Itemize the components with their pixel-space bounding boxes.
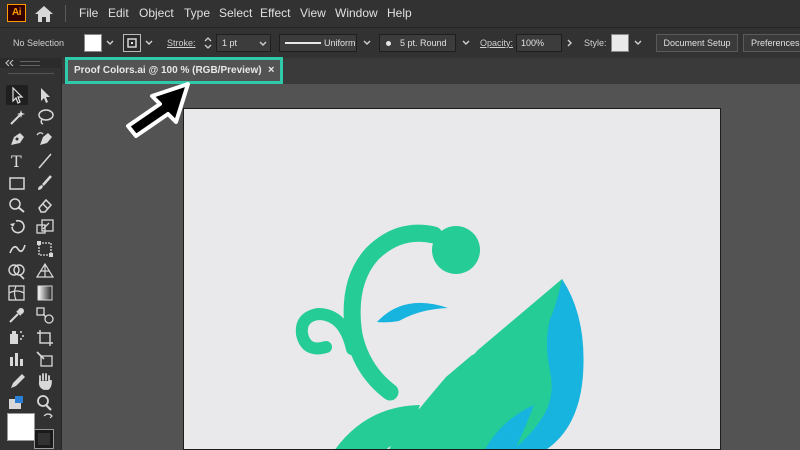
perspective-grid-tool-icon[interactable] [34,261,56,281]
artboard-tool-icon[interactable] [34,327,56,347]
fill-color-swatch[interactable] [7,413,35,441]
stroke-weight-field[interactable]: 1 pt [216,34,271,52]
opacity-chevron-right-icon[interactable] [564,37,576,49]
line-segment-tool-icon[interactable] [34,151,56,171]
opacity-field[interactable]: 100% [516,34,562,52]
scale-tool-icon[interactable] [34,217,56,237]
zoom-tool-icon[interactable] [34,393,56,413]
menu-view[interactable]: View [300,6,326,20]
svg-text:T: T [11,152,22,171]
direct-selection-tool-icon[interactable] [34,85,56,105]
style-chevron-down-icon[interactable] [632,37,644,49]
menu-effect[interactable]: Effect [260,6,290,20]
tools-panel: T [0,58,62,450]
style-label: Style: [584,38,607,48]
stroke-chevron-down-icon[interactable] [143,37,155,49]
stroke-swatch[interactable] [123,34,141,52]
profile-chevron-down-icon[interactable] [361,37,373,49]
artboard[interactable] [183,108,721,450]
print-tiling-tool-icon[interactable] [6,393,28,413]
free-transform-tool-icon[interactable] [34,239,56,259]
pointer-arrow-icon [126,82,190,138]
menu-select[interactable]: Select [219,6,252,20]
eraser-tool-icon[interactable] [34,195,56,215]
profile-value: Uniform [324,38,356,48]
magic-wand-tool-icon[interactable] [6,107,28,127]
tools-panel-header [0,58,62,68]
fill-chevron-down-icon[interactable] [104,37,116,49]
menu-file[interactable]: File [79,6,98,20]
menu-bar: Ai File Edit Object Type Select Effect V… [0,0,800,27]
blend-tool-icon[interactable] [34,305,56,325]
pen-tool-icon[interactable] [6,129,28,149]
menu-separator [65,5,66,22]
hand-tool-icon[interactable] [34,371,56,391]
mesh-tool-icon[interactable] [6,283,28,303]
opacity-value: 100% [521,38,545,48]
symbol-sprayer-tool-icon[interactable] [6,327,28,347]
document-tab-title: Proof Colors.ai @ 100 % (RGB/Preview) [74,65,262,76]
stroke-color-swatch[interactable] [34,429,54,449]
eyedropper-tool-icon[interactable] [6,305,28,325]
lasso-tool-icon[interactable] [34,107,56,127]
graphic-style-swatch[interactable] [611,34,629,52]
preferences-button[interactable]: Preferences [743,34,800,52]
panel-grip-line [8,73,54,74]
menu-edit[interactable]: Edit [108,6,129,20]
type-tool-icon[interactable]: T [6,151,28,171]
stroke-spinner-icon[interactable] [203,35,213,51]
home-icon[interactable] [33,4,55,24]
brush-chevron-down-icon[interactable] [460,37,472,49]
shape-builder-tool-icon[interactable] [6,261,28,281]
app-logo: Ai [7,4,26,22]
art-blue-swoosh [377,302,448,323]
selection-status: No Selection [13,38,65,48]
opacity-label[interactable]: Opacity: [480,38,513,48]
stroke-weight-value: 1 pt [222,38,238,48]
fill-swatch[interactable] [84,34,102,52]
pencil-tool-icon[interactable] [6,371,28,391]
collapse-panel-icon[interactable] [4,59,14,67]
rectangle-tool-icon[interactable] [6,173,28,193]
close-icon[interactable]: × [268,64,274,76]
document-setup-button[interactable]: Document Setup [656,34,738,52]
warp-tool-icon[interactable] [6,239,28,259]
gradient-tool-icon[interactable] [34,283,56,303]
artwork[interactable] [184,109,721,450]
menu-window[interactable]: Window [335,6,378,20]
column-graph-tool-icon[interactable] [6,349,28,369]
rotate-tool-icon[interactable] [6,217,28,237]
menu-type[interactable]: Type [184,6,210,20]
menu-help[interactable]: Help [387,6,412,20]
brush-dot-icon [386,41,391,46]
stroke-label[interactable]: Stroke: [167,38,196,48]
selection-tool-icon[interactable] [6,85,28,105]
swap-fill-stroke-icon[interactable] [42,412,54,424]
art-left-curl [295,307,358,355]
shaper-tool-icon[interactable] [6,195,28,215]
curvature-tool-icon[interactable] [34,129,56,149]
control-bar: No Selection Stroke: 1 pt Uniform 5 pt. … [0,27,800,58]
paintbrush-tool-icon[interactable] [34,173,56,193]
panel-grip-icon[interactable] [20,61,40,66]
profile-line-icon [285,42,321,44]
brush-definition[interactable]: 5 pt. Round [379,34,456,52]
slice-tool-icon[interactable] [34,349,56,369]
brush-value: 5 pt. Round [400,38,447,48]
menu-object[interactable]: Object [139,6,174,20]
stroke-weight-chevron-down-icon[interactable] [257,38,269,50]
variable-width-profile[interactable]: Uniform [279,34,357,52]
